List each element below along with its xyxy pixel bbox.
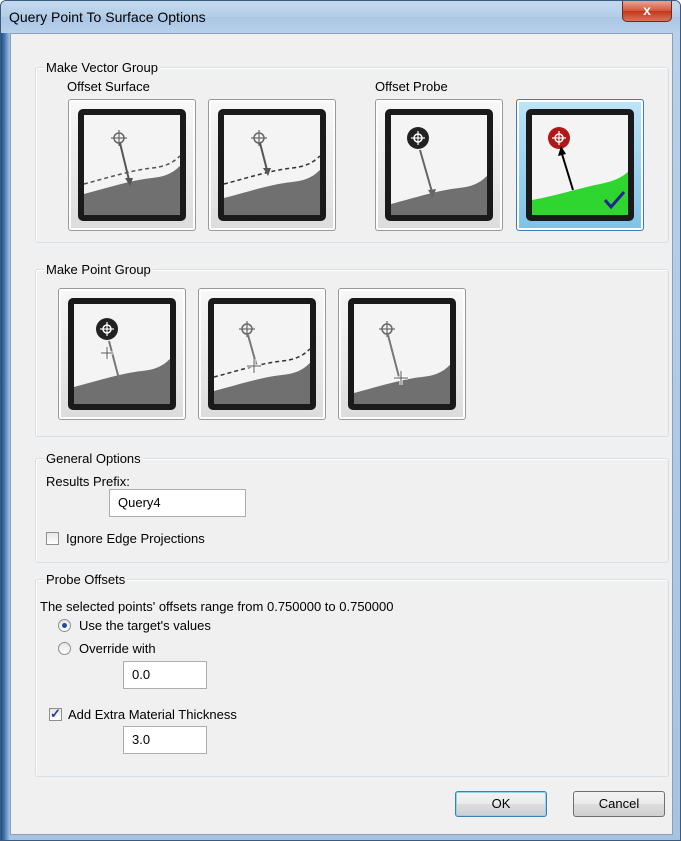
probe-offsets-legend: Probe Offsets	[44, 572, 128, 587]
override-radio[interactable]	[58, 642, 71, 655]
point-dashed-surface-icon	[208, 298, 316, 410]
general-options-legend: General Options	[44, 451, 143, 466]
offset-probe-icon	[385, 109, 493, 221]
point-surface-icon	[348, 298, 456, 410]
results-prefix-input[interactable]: Query4	[109, 489, 246, 517]
point-surface-tile[interactable]	[338, 288, 466, 420]
point-probe-tile[interactable]	[58, 288, 186, 420]
offset-probe-label: Offset Probe	[375, 79, 448, 94]
use-target-label[interactable]: Use the target's values	[79, 618, 211, 633]
offset-probe-tile[interactable]	[375, 99, 503, 231]
point-dashed-surface-tile[interactable]	[198, 288, 326, 420]
override-label[interactable]: Override with	[79, 641, 156, 656]
offset-surface-dashed-tile[interactable]	[208, 99, 336, 231]
dialog-window: Query Point To Surface Options x Make Ve…	[0, 0, 681, 841]
ok-button[interactable]: OK	[455, 791, 547, 817]
extra-thickness-checkbox[interactable]	[49, 706, 62, 722]
override-value-input[interactable]: 0.0	[123, 661, 207, 689]
ignore-edge-label[interactable]: Ignore Edge Projections	[66, 531, 205, 546]
dialog-client-area: Make Vector Group Offset Surface Offset …	[10, 33, 673, 835]
ignore-edge-checkbox[interactable]	[46, 532, 59, 545]
vector-group-legend: Make Vector Group	[44, 60, 160, 75]
window-title: Query Point To Surface Options	[9, 9, 206, 25]
offset-surface-arrow-tile[interactable]	[68, 99, 196, 231]
title-bar[interactable]: Query Point To Surface Options x	[1, 1, 680, 33]
extra-thickness-input[interactable]: 3.0	[123, 726, 207, 754]
offset-surface-arrow-icon	[78, 109, 186, 221]
offset-probe-selected-icon	[526, 109, 634, 221]
point-group-legend: Make Point Group	[44, 262, 153, 277]
use-target-radio[interactable]	[58, 619, 71, 632]
offset-probe-selected-tile[interactable]	[516, 99, 644, 231]
extra-thickness-label[interactable]: Add Extra Material Thickness	[68, 707, 237, 722]
close-button[interactable]: x	[622, 1, 672, 22]
cancel-button[interactable]: Cancel	[573, 791, 665, 817]
offset-surface-label: Offset Surface	[67, 79, 150, 94]
offset-surface-dashed-icon	[218, 109, 326, 221]
point-probe-icon	[68, 298, 176, 410]
results-prefix-label: Results Prefix:	[46, 474, 130, 489]
window-border	[1, 33, 10, 840]
offsets-range-text: The selected points' offsets range from …	[40, 599, 394, 614]
